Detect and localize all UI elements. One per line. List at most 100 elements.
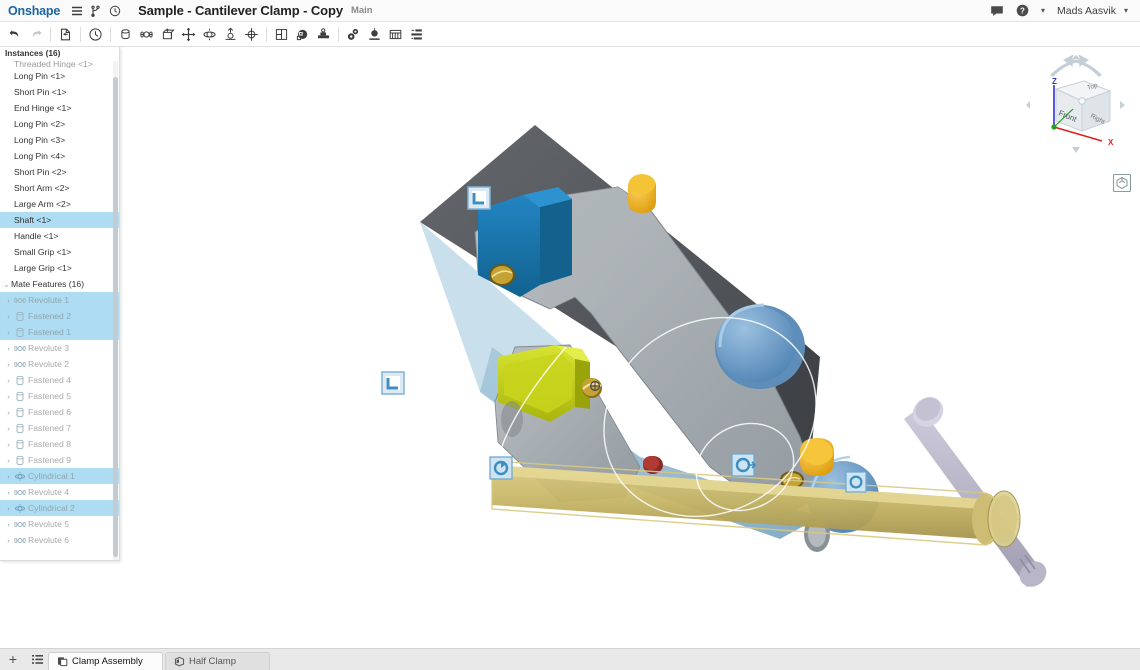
mate-connector-button[interactable] bbox=[313, 24, 334, 45]
panel-scrollbar-thumb[interactable] bbox=[113, 77, 118, 557]
fastened-mate-marker[interactable] bbox=[381, 371, 405, 395]
help-icon[interactable]: ? bbox=[1014, 3, 1030, 19]
list-item-mate-feature[interactable]: › Revolute 5 bbox=[0, 516, 119, 532]
insert-part-button[interactable] bbox=[55, 24, 76, 45]
list-item-mate-feature[interactable]: › Revolute 3 bbox=[0, 340, 119, 356]
chevron-right-icon[interactable]: › bbox=[4, 376, 13, 385]
chevron-right-icon[interactable]: › bbox=[4, 488, 13, 497]
feature-tree[interactable]: Threaded Hinge <1> Long Pin <1> Short Pin… bbox=[0, 60, 119, 560]
branch-icon[interactable] bbox=[88, 3, 104, 19]
chevron-right-icon[interactable]: › bbox=[4, 520, 13, 529]
add-tab-icon[interactable]: + bbox=[0, 648, 26, 670]
list-item-mate-feature[interactable]: › Revolute 4 bbox=[0, 484, 119, 500]
revolute-mate-marker[interactable] bbox=[582, 378, 602, 398]
help-caret[interactable]: ▾ bbox=[1041, 6, 1045, 15]
assembly-history-button[interactable] bbox=[85, 24, 106, 45]
fastened-mate-button[interactable] bbox=[115, 24, 136, 45]
list-item-instance[interactable]: Long Pin <4> bbox=[0, 148, 119, 164]
chevron-right-icon[interactable]: › bbox=[4, 536, 13, 545]
revolute-mate-button[interactable] bbox=[136, 24, 157, 45]
revolute-mate-marker[interactable] bbox=[845, 471, 867, 493]
list-item-instance[interactable]: End Hinge <1> bbox=[0, 100, 119, 116]
mate-features-list: › Revolute 1 › Fastened 2 › Fastened 1 › Revolu… bbox=[0, 292, 119, 548]
chevron-down-icon[interactable]: ⌄ bbox=[2, 280, 11, 289]
list-item-mate-feature[interactable]: › Fastened 7 bbox=[0, 420, 119, 436]
view-home-icon[interactable] bbox=[1112, 173, 1132, 193]
cad-assembly-model[interactable] bbox=[120, 47, 1140, 648]
list-item-instance[interactable]: Long Pin <3> bbox=[0, 132, 119, 148]
chevron-right-icon[interactable]: › bbox=[4, 312, 13, 321]
group-button[interactable] bbox=[271, 24, 292, 45]
chevron-right-icon[interactable]: › bbox=[4, 392, 13, 401]
list-item-instance[interactable]: Short Arm <2> bbox=[0, 180, 119, 196]
list-item-instance[interactable]: Short Pin <2> bbox=[0, 164, 119, 180]
assembly-features-button[interactable] bbox=[343, 24, 364, 45]
list-item-mate-feature[interactable]: › Fastened 5 bbox=[0, 388, 119, 404]
list-item-instance[interactable]: Long Pin <2> bbox=[0, 116, 119, 132]
list-item-mate-feature[interactable]: › Fastened 1 bbox=[0, 324, 119, 340]
chevron-right-icon[interactable]: › bbox=[4, 456, 13, 465]
replicate-button[interactable] bbox=[292, 24, 313, 45]
list-item-instance[interactable]: Short Pin <1> bbox=[0, 84, 119, 100]
redo-button[interactable] bbox=[25, 24, 46, 45]
history-clock-icon[interactable] bbox=[107, 3, 123, 19]
list-item-instance[interactable]: Small Grip <1> bbox=[0, 244, 119, 260]
list-item-instance[interactable]: Large Arm <2> bbox=[0, 196, 119, 212]
list-item-mate-feature[interactable]: › Cylindrical 1 bbox=[0, 468, 119, 484]
view-cube[interactable]: Top Right Front Z X bbox=[1026, 54, 1126, 155]
chevron-right-icon[interactable]: › bbox=[4, 472, 13, 481]
cylindrical-mate-icon bbox=[13, 470, 26, 482]
fastened-mate-icon bbox=[13, 326, 26, 338]
tab-clamp-assembly[interactable]: Clamp Assembly bbox=[48, 652, 163, 670]
list-item-mate-feature[interactable]: › Fastened 6 bbox=[0, 404, 119, 420]
list-item-clipped[interactable]: Threaded Hinge <1> bbox=[0, 60, 119, 68]
exploded-view-button[interactable] bbox=[364, 24, 385, 45]
list-item-instance[interactable]: Long Pin <1> bbox=[0, 68, 119, 84]
onshape-logo[interactable]: Onshape bbox=[8, 0, 60, 22]
handle-rod[interactable] bbox=[904, 391, 1051, 592]
planar-mate-button[interactable] bbox=[178, 24, 199, 45]
chevron-right-icon[interactable]: › bbox=[4, 328, 13, 337]
part-studio-icon bbox=[174, 656, 185, 667]
list-item-instance[interactable]: Large Grip <1> bbox=[0, 260, 119, 276]
list-item-mate-feature[interactable]: › Fastened 2 bbox=[0, 308, 119, 324]
graphics-viewport[interactable]: Top Right Front Z X bbox=[120, 47, 1140, 648]
chevron-right-icon[interactable]: › bbox=[4, 504, 13, 513]
branch-label[interactable]: Main bbox=[351, 5, 373, 16]
revolute-mate-marker[interactable] bbox=[731, 453, 757, 477]
list-item-mate-feature[interactable]: › Revolute 1 bbox=[0, 292, 119, 308]
cylindrical-mate-button[interactable] bbox=[199, 24, 220, 45]
chevron-right-icon[interactable]: › bbox=[4, 344, 13, 353]
revolute-mate-marker[interactable] bbox=[489, 456, 513, 480]
list-item-mate-feature[interactable]: › Cylindrical 2 bbox=[0, 500, 119, 516]
list-item-mate-feature[interactable]: › Revolute 2 bbox=[0, 356, 119, 372]
ball-mate-button[interactable] bbox=[241, 24, 262, 45]
chevron-right-icon[interactable]: › bbox=[4, 296, 13, 305]
list-item-mate-feature[interactable]: › Fastened 4 bbox=[0, 372, 119, 388]
list-item-instance[interactable]: Shaft <1> bbox=[0, 212, 119, 228]
comment-icon[interactable] bbox=[989, 3, 1005, 19]
user-name-label[interactable]: Mads Aasvik bbox=[1057, 5, 1116, 17]
list-item-mate-feature[interactable]: › Fastened 8 bbox=[0, 436, 119, 452]
chevron-right-icon[interactable]: › bbox=[4, 360, 13, 369]
list-item-mate-feature[interactable]: › Revolute 6 bbox=[0, 532, 119, 548]
bill-of-materials-button[interactable] bbox=[385, 24, 406, 45]
tab-half-clamp[interactable]: Half Clamp bbox=[165, 652, 270, 670]
hamburger-menu-icon[interactable] bbox=[69, 3, 85, 19]
undo-button[interactable] bbox=[4, 24, 25, 45]
display-state-button[interactable] bbox=[406, 24, 427, 45]
user-menu-caret[interactable]: ▾ bbox=[1124, 6, 1128, 15]
fastened-mate-marker[interactable] bbox=[467, 186, 491, 210]
mate-features-header-row[interactable]: ⌄ Mate Features (16) bbox=[0, 276, 119, 292]
list-item-instance[interactable]: Handle <1> bbox=[0, 228, 119, 244]
chevron-right-icon[interactable]: › bbox=[4, 424, 13, 433]
svg-text:?: ? bbox=[1020, 6, 1025, 15]
slider-mate-button[interactable] bbox=[157, 24, 178, 45]
long-pin-yellow-top[interactable] bbox=[628, 174, 656, 213]
chevron-right-icon[interactable]: › bbox=[4, 440, 13, 449]
long-pin-yellow-right[interactable] bbox=[800, 438, 834, 476]
tab-list-icon[interactable] bbox=[26, 648, 48, 670]
chevron-right-icon[interactable]: › bbox=[4, 408, 13, 417]
pin-slot-mate-button[interactable] bbox=[220, 24, 241, 45]
list-item-mate-feature[interactable]: › Fastened 9 bbox=[0, 452, 119, 468]
